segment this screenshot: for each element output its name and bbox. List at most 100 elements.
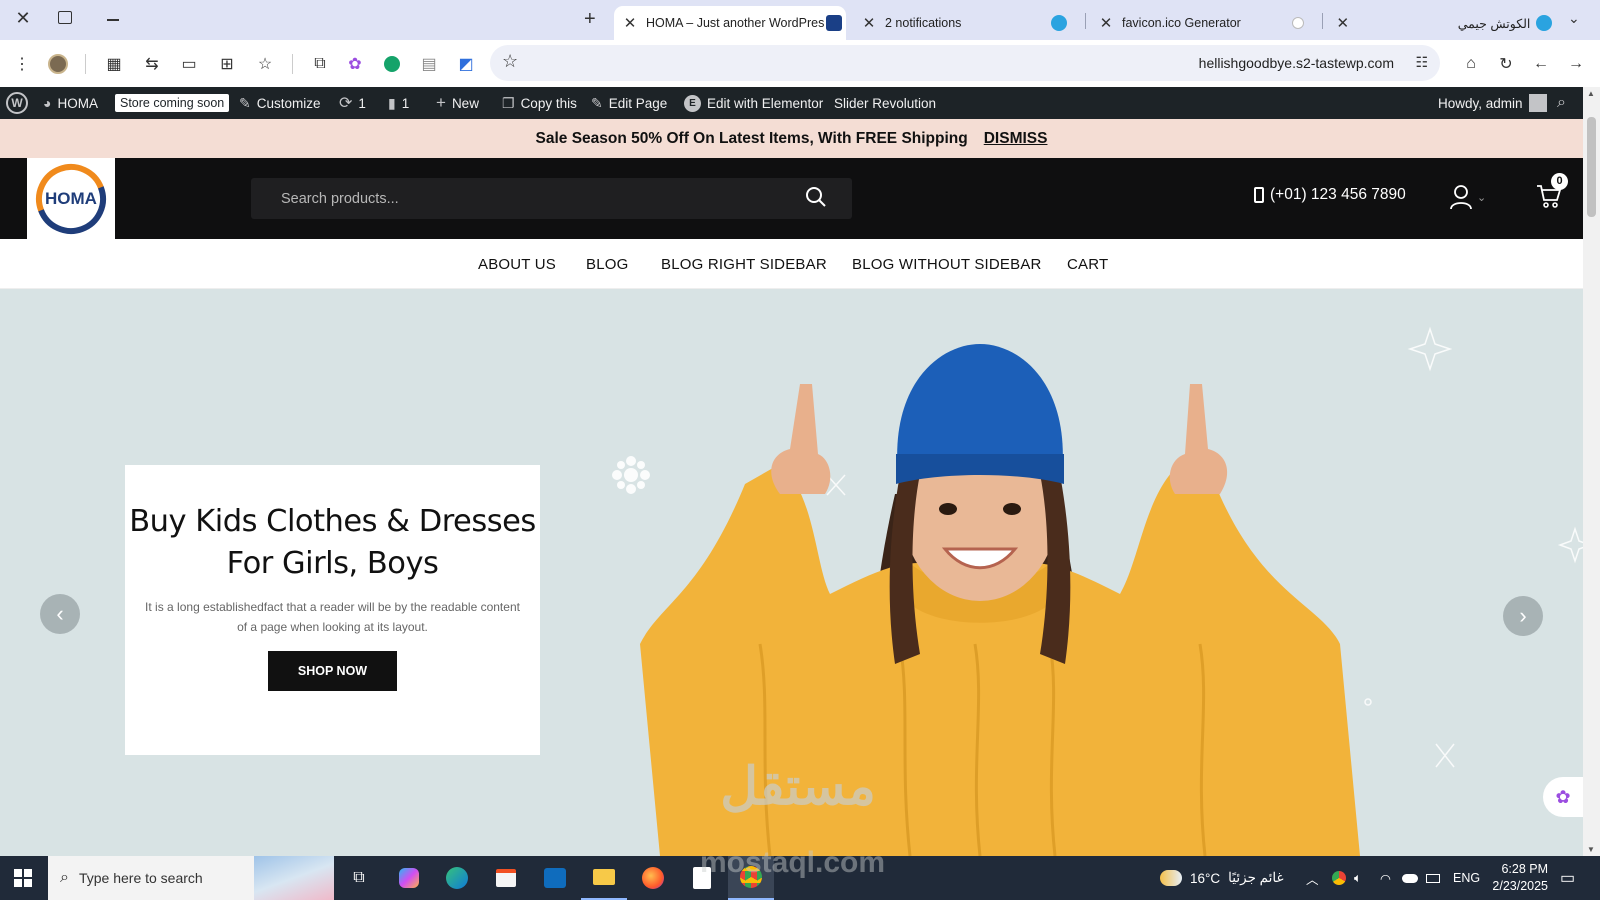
close-tab-icon[interactable]: ✕	[620, 14, 640, 32]
tab-notifications[interactable]: ✕ 2 notifications	[853, 6, 1073, 40]
reload-icon[interactable]: ↻	[1494, 52, 1518, 76]
dismiss-link[interactable]: DISMISS	[984, 130, 1048, 148]
wp-updates[interactable]: ⟳ 1	[339, 87, 366, 119]
new-tab-icon[interactable]: +	[584, 8, 596, 31]
close-tab-icon[interactable]: ✕	[1333, 14, 1352, 32]
nav-item-blog-right-sidebar[interactable]: BLOG RIGHT SIDEBAR	[661, 239, 827, 289]
wp-copy-this[interactable]: ❐ Copy this	[502, 87, 577, 119]
task-view-icon[interactable]: ⧉	[336, 856, 382, 900]
start-button[interactable]	[0, 856, 46, 900]
logo-text: HOMA	[45, 189, 97, 208]
wp-search-icon[interactable]: ⌕	[1557, 87, 1566, 119]
telegram-icon	[1536, 15, 1552, 31]
store-status[interactable]: Store coming soon	[115, 87, 230, 119]
bookmark-star-icon[interactable]: ☆	[502, 51, 518, 72]
tab-homa[interactable]: ✕ HOMA – Just another WordPres	[614, 6, 846, 40]
phone-contact[interactable]: (+01) 123 456 7890	[1254, 186, 1406, 204]
wp-site-name[interactable]: ◕ HOMA	[43, 87, 98, 119]
hero-description: It is a long establishedfact that a read…	[145, 600, 520, 634]
file-explorer-icon[interactable]	[581, 856, 627, 900]
extensions-icon[interactable]: ⧉	[308, 52, 332, 76]
wp-edit-page[interactable]: ✎ Edit Page	[591, 87, 667, 119]
hero-heading: Buy Kids Clothes & Dresses For Girls, Bo…	[129, 504, 536, 581]
shop-now-button[interactable]: SHOP NOW	[267, 651, 398, 691]
phone-number: (+01) 123 456 7890	[1270, 186, 1406, 203]
wp-slider-revolution[interactable]: Slider Revolution	[834, 87, 936, 119]
hero-content-card: Buy Kids Clothes & Dresses For Girls, Bo…	[125, 465, 540, 755]
telegram-icon	[1051, 15, 1067, 31]
taskbar-search[interactable]: ⌕ Type here to search	[48, 856, 334, 900]
search-input[interactable]	[251, 178, 791, 219]
language-indicator[interactable]: ENG	[1453, 856, 1480, 900]
wp-new[interactable]: + New	[436, 87, 479, 119]
weather-widget[interactable]: 16°C غائم جزئيًا	[1160, 856, 1284, 900]
brain-extension-icon[interactable]: ✿	[343, 52, 367, 76]
translator-extension-icon[interactable]: ◩	[454, 52, 478, 76]
site-logo[interactable]: HOMA	[27, 158, 115, 239]
translate-icon[interactable]: ⇆	[140, 52, 164, 76]
nav-item-blog-without-sidebar[interactable]: BLOG WITHOUT SIDEBAR	[852, 239, 1042, 289]
copilot-icon[interactable]	[386, 856, 432, 900]
back-icon[interactable]: ←	[1529, 52, 1553, 76]
tab-coach[interactable]: ✕ الكوتش جيمي	[1327, 6, 1552, 40]
qr-code-icon[interactable]: ⊞	[215, 52, 239, 76]
admin-avatar	[1528, 94, 1547, 112]
slider-next-button[interactable]: ›	[1503, 596, 1543, 636]
wp-customize[interactable]: ✎ Customize	[239, 87, 321, 119]
show-hidden-icons[interactable]: ︿	[1306, 856, 1319, 900]
restore-window-icon[interactable]	[58, 11, 72, 24]
updates-icon: ⟳	[339, 95, 353, 112]
favorites-icon[interactable]: ☆	[253, 52, 277, 76]
wordpress-logo-icon[interactable]: W	[6, 87, 28, 119]
ai-assistant-button[interactable]: ✿	[1543, 777, 1583, 817]
page-scrollbar[interactable]: ▲ ▼	[1583, 87, 1600, 856]
scroll-down-icon[interactable]: ▼	[1587, 845, 1595, 854]
search-icon[interactable]	[804, 185, 828, 209]
notification-center-icon[interactable]: ▭	[1560, 856, 1575, 900]
account-menu[interactable]: ⌄	[1449, 184, 1486, 210]
outlook-icon[interactable]	[532, 856, 578, 900]
edge-icon[interactable]	[434, 856, 480, 900]
nav-item-about-us[interactable]: ABOUT US	[478, 239, 556, 289]
comment-icon: ▮	[388, 94, 396, 111]
close-tab-icon[interactable]: ✕	[859, 14, 879, 32]
phone-icon	[1254, 187, 1264, 203]
address-bar[interactable]: ☆ hellishgoodbye.s2-tastewp.com ☷	[490, 45, 1440, 81]
chrome-tray-icon[interactable]	[1332, 856, 1346, 900]
menu-dots-icon[interactable]: ⋮	[10, 52, 34, 76]
battery-icon[interactable]	[1426, 856, 1440, 900]
wp-edit-elementor[interactable]: E Edit with Elementor	[684, 87, 823, 119]
volume-icon[interactable]: 🔈︎	[1354, 856, 1362, 900]
site-settings-icon[interactable]: ☷	[1415, 54, 1428, 71]
store-icon[interactable]	[483, 856, 529, 900]
firefox-icon[interactable]	[630, 856, 676, 900]
cart-button[interactable]: 0	[1535, 173, 1568, 212]
nav-item-blog[interactable]: BLOG	[586, 239, 628, 289]
screenshot-extension-icon[interactable]: ▤	[417, 52, 441, 76]
home-icon[interactable]: ⌂	[1459, 52, 1483, 76]
wifi-icon[interactable]: ◠	[1380, 856, 1391, 900]
profile-avatar[interactable]	[46, 52, 70, 76]
wp-comments[interactable]: ▮ 1	[388, 87, 409, 119]
wp-howdy[interactable]: Howdy, admin	[1438, 87, 1547, 119]
tab-search-chevron-icon[interactable]: ⌄	[1568, 10, 1580, 27]
close-tab-icon[interactable]: ✕	[1096, 14, 1116, 32]
homa-logo-icon: HOMA	[36, 163, 106, 234]
slider-prev-button[interactable]: ‹	[40, 594, 80, 634]
minimize-window-icon[interactable]	[107, 19, 119, 21]
devices-icon[interactable]: ▭	[177, 52, 201, 76]
clock[interactable]: 6:28 PM 2/23/2025	[1488, 856, 1548, 900]
tab-favicon-generator[interactable]: ✕ favicon.ico Generator	[1090, 6, 1315, 40]
onedrive-icon[interactable]	[1402, 856, 1418, 900]
partly-cloudy-icon	[1160, 870, 1182, 886]
scroll-up-icon[interactable]: ▲	[1587, 89, 1595, 98]
grammarly-icon[interactable]	[380, 52, 404, 76]
forward-icon[interactable]: →	[1564, 52, 1588, 76]
watermark: مستقل	[688, 759, 908, 815]
nav-item-cart[interactable]: CART	[1067, 239, 1108, 289]
scrollbar-thumb[interactable]	[1587, 117, 1596, 217]
user-icon	[1450, 185, 1472, 210]
store-coming-soon-badge: Store coming soon	[115, 94, 230, 112]
close-window-icon[interactable]: ✕	[12, 8, 34, 30]
reading-mode-icon[interactable]: ▦	[102, 52, 126, 76]
